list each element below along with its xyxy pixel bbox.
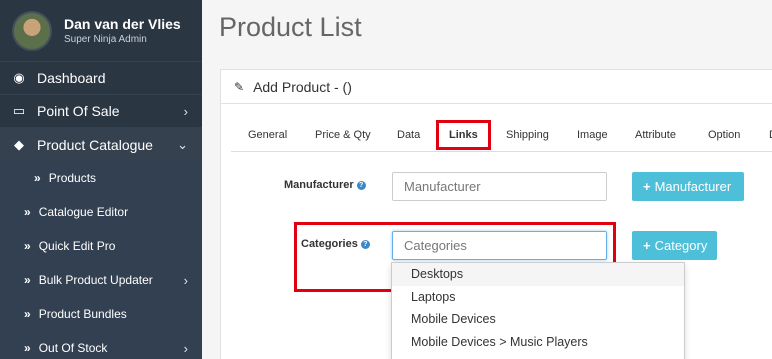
sidebar-item-label: Product Catalogue bbox=[37, 136, 153, 153]
avatar bbox=[12, 11, 52, 51]
user-role: Super Ninja Admin bbox=[64, 33, 147, 45]
double-chevron-icon: » bbox=[24, 341, 31, 355]
user-profile[interactable]: Dan van der Vlies Super Ninja Admin bbox=[0, 0, 202, 62]
manufacturer-input[interactable]: Manufacturer bbox=[392, 172, 607, 201]
tab-general[interactable]: General bbox=[248, 129, 287, 141]
sidebar-item-label: Quick Edit Pro bbox=[38, 239, 116, 253]
add-category-button[interactable]: + Category bbox=[632, 231, 717, 260]
sidebar-item-label: Out Of Stock bbox=[38, 341, 108, 355]
page-title: Product List bbox=[219, 12, 362, 42]
sidebar: Dan van der Vlies Super Ninja Admin ◉ Da… bbox=[0, 0, 202, 359]
sidebar-item-label: Product Bundles bbox=[38, 307, 127, 321]
double-chevron-icon: » bbox=[24, 273, 31, 287]
sidebar-item-label: Products bbox=[48, 171, 97, 185]
panel-title: Add Product - () bbox=[253, 78, 352, 95]
sidebar-item-products[interactable]: » Products bbox=[0, 161, 202, 195]
chevron-down-icon: ⌄ bbox=[177, 136, 188, 152]
double-chevron-icon: » bbox=[24, 239, 31, 253]
tab-image[interactable]: Image bbox=[577, 129, 608, 141]
tachometer-icon: ◉ bbox=[13, 70, 25, 85]
dropdown-option[interactable]: Desktops bbox=[392, 263, 684, 286]
plus-icon: + bbox=[643, 238, 651, 253]
sidebar-item-label: Bulk Product Updater bbox=[38, 273, 153, 287]
user-name: Dan van der Vlies bbox=[64, 15, 181, 32]
tab-bar: General Price & Qty Data Links Shipping … bbox=[231, 116, 772, 152]
monitor-icon: ▭ bbox=[12, 103, 26, 118]
tab-links[interactable]: Links bbox=[436, 120, 491, 150]
chevron-right-icon: › bbox=[183, 340, 188, 356]
panel-header: ✎ Add Product - () bbox=[221, 70, 772, 104]
double-chevron-icon: » bbox=[24, 205, 31, 219]
chevron-right-icon: › bbox=[183, 103, 188, 119]
tab-data[interactable]: Data bbox=[397, 129, 420, 141]
sidebar-item-out-of-stock[interactable]: » Out Of Stock › bbox=[0, 331, 202, 359]
sidebar-item-product-bundles[interactable]: » Product Bundles bbox=[0, 297, 202, 331]
main-content: Product List ✎ Add Product - () General … bbox=[202, 0, 772, 359]
sidebar-item-quick-edit-pro[interactable]: » Quick Edit Pro bbox=[0, 229, 202, 263]
double-chevron-icon: » bbox=[24, 307, 31, 321]
tags-icon: ◆ bbox=[14, 136, 24, 152]
tab-shipping[interactable]: Shipping bbox=[506, 129, 549, 141]
sidebar-item-bulk-product-updater[interactable]: » Bulk Product Updater › bbox=[0, 263, 202, 297]
tab-attribute[interactable]: Attribute bbox=[635, 129, 676, 141]
dropdown-option[interactable]: Mobile Devices bbox=[392, 308, 684, 331]
sidebar-item-product-catalogue[interactable]: ◆ Product Catalogue ⌄ bbox=[0, 127, 202, 161]
manufacturer-label: Manufacturer? bbox=[284, 179, 366, 191]
pencil-icon: ✎ bbox=[234, 79, 245, 94]
dropdown-option[interactable]: Mobile Devices > Music Players bbox=[392, 331, 684, 354]
sidebar-item-dashboard[interactable]: ◉ Dashboard bbox=[0, 61, 202, 94]
plus-icon: + bbox=[643, 179, 651, 194]
sidebar-item-catalogue-editor[interactable]: » Catalogue Editor bbox=[0, 195, 202, 229]
dropdown-option[interactable]: Laptops bbox=[392, 286, 684, 309]
tab-option[interactable]: Option bbox=[708, 129, 740, 141]
sidebar-item-point-of-sale[interactable]: ▭ Point Of Sale › bbox=[0, 94, 202, 127]
sidebar-item-label: Point Of Sale bbox=[37, 103, 120, 119]
tab-price-qty[interactable]: Price & Qty bbox=[315, 129, 371, 141]
help-icon[interactable]: ? bbox=[356, 181, 366, 190]
add-manufacturer-button[interactable]: + Manufacturer bbox=[632, 172, 744, 201]
sidebar-item-label: Dashboard bbox=[37, 70, 106, 86]
chevron-right-icon: › bbox=[183, 272, 188, 288]
categories-dropdown: Desktops Laptops Mobile Devices Mobile D… bbox=[391, 262, 685, 359]
sidebar-item-label: Catalogue Editor bbox=[38, 205, 129, 219]
double-chevron-icon: » bbox=[34, 171, 41, 185]
